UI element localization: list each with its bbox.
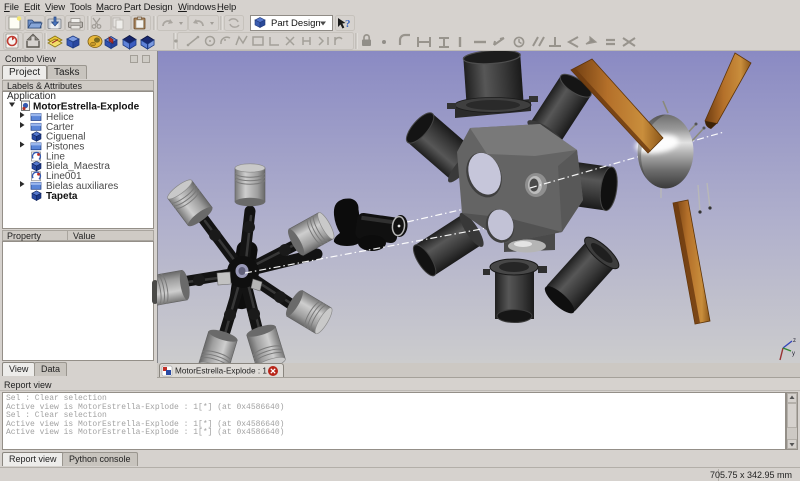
svg-text:MotorEstrella-Explode: MotorEstrella-Explode	[33, 102, 140, 113]
svg-text:z: z	[793, 338, 796, 344]
svg-text:y: y	[792, 351, 795, 357]
svg-text:?: ?	[345, 18, 351, 30]
svg-text:Tapeta: Tapeta	[46, 191, 78, 202]
svg-text:Application: Application	[7, 91, 56, 102]
svg-text:Part Design: Part Design	[271, 18, 321, 29]
svg-text:MotorEstrella-Explode : 1: MotorEstrella-Explode : 1	[175, 367, 267, 376]
